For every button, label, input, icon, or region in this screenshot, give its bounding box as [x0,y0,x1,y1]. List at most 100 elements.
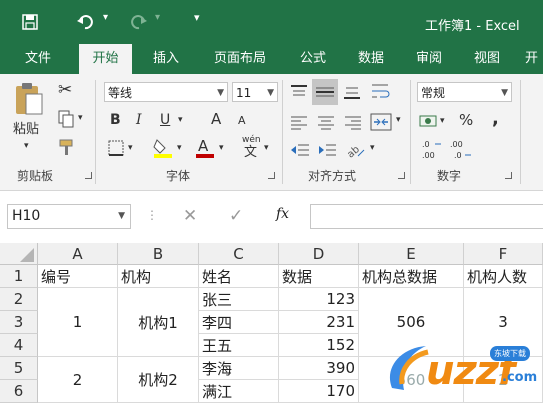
cell-a5-a6-merged[interactable]: 2 [38,357,118,403]
cell-c5[interactable]: 李海 [199,357,279,380]
tab-page-layout[interactable]: 页面布局 [200,44,280,74]
copy-dropdown-icon[interactable]: ▾ [78,114,83,123]
cell-b2-b4-merged[interactable]: 机构1 [118,288,199,357]
customize-quick-access-icon[interactable]: ▾ [194,11,200,24]
cell-d3[interactable]: 231 [279,311,359,334]
paste-label[interactable]: 粘贴 [13,123,39,136]
redo-dropdown-icon[interactable]: ▾ [155,12,160,23]
cell-c1[interactable]: 姓名 [199,265,279,288]
paste-icon[interactable] [12,82,44,116]
number-format-select[interactable]: 常规 ▼ [417,82,512,102]
redo-icon[interactable] [130,13,148,31]
font-size-select[interactable]: 11 ▼ [232,82,278,102]
font-name-select[interactable]: 等线 ▼ [104,82,228,102]
select-all-button[interactable] [0,243,38,265]
tab-view[interactable]: 视图 [462,44,512,74]
enter-icon[interactable]: ✓ [229,206,243,226]
cancel-icon[interactable]: ✕ [183,206,197,226]
decrease-decimal-icon[interactable]: .00 .0 [449,138,473,160]
cell-a1[interactable]: 编号 [38,265,118,288]
font-color-icon[interactable]: A [194,136,216,158]
cut-icon[interactable]: ✂ [58,82,72,99]
orientation-dropdown-icon[interactable]: ▾ [370,144,375,153]
cell-c3[interactable]: 李四 [199,311,279,334]
number-launcher-icon[interactable] [505,172,512,179]
save-icon[interactable] [22,14,38,30]
insert-function-icon[interactable]: fx [276,206,289,222]
alignment-launcher-icon[interactable] [398,172,405,179]
cell-d1[interactable]: 数据 [279,265,359,288]
row-header-4[interactable]: 4 [0,334,38,357]
decrease-indent-icon[interactable] [290,142,310,158]
format-painter-icon[interactable] [58,138,76,156]
cell-c6[interactable]: 满江 [199,380,279,403]
tab-insert[interactable]: 插入 [140,44,192,74]
grow-font-button[interactable]: A [211,112,221,127]
accounting-format-icon[interactable] [419,112,439,132]
cell-d5[interactable]: 390 [279,357,359,380]
cell-b5-b6-merged[interactable]: 机构2 [118,357,199,403]
column-header-e[interactable]: E [359,243,464,265]
fill-color-icon[interactable] [152,136,174,158]
underline-dropdown-icon[interactable]: ▾ [178,116,183,125]
phonetic-button[interactable]: wén [242,136,261,145]
tab-home[interactable]: 开始 [79,44,132,74]
align-left-icon[interactable] [290,114,308,130]
increase-indent-icon[interactable] [317,142,337,158]
cell-a2-a4-merged[interactable]: 1 [38,288,118,357]
copy-icon[interactable] [58,110,74,128]
comma-button[interactable]: , [492,110,499,128]
tab-review[interactable]: 审阅 [404,44,454,74]
column-header-c[interactable]: C [199,243,279,265]
row-header-3[interactable]: 3 [0,311,38,334]
row-header-5[interactable]: 5 [0,357,38,380]
cell-d4[interactable]: 152 [279,334,359,357]
merge-dropdown-icon[interactable]: ▾ [396,116,401,125]
align-bottom-icon[interactable] [343,84,361,100]
tab-developer[interactable]: 开 [520,44,543,74]
column-header-b[interactable]: B [118,243,199,265]
phonetic-dropdown-icon[interactable]: ▾ [264,144,269,153]
tab-data[interactable]: 数据 [346,44,396,74]
name-box[interactable]: H10 ▼ [7,204,131,229]
column-header-f[interactable]: F [464,243,543,265]
cell-f1[interactable]: 机构人数 [464,265,543,288]
drag-handle-icon[interactable]: ⋮ [146,208,158,222]
undo-icon[interactable] [76,13,94,31]
orientation-icon[interactable]: ab [344,138,366,160]
row-header-6[interactable]: 6 [0,380,38,403]
merge-center-icon[interactable] [370,113,392,131]
align-top-icon[interactable] [290,84,308,100]
tab-formulas[interactable]: 公式 [288,44,338,74]
undo-dropdown-icon[interactable]: ▾ [103,12,108,23]
font-color-dropdown-icon[interactable]: ▾ [219,144,224,153]
formula-input[interactable] [310,204,543,229]
percent-button[interactable]: % [459,113,473,128]
accounting-dropdown-icon[interactable]: ▾ [440,117,445,126]
wrap-text-icon[interactable] [370,82,392,102]
cell-c2[interactable]: 张三 [199,288,279,311]
column-header-a[interactable]: A [38,243,118,265]
cell-d2[interactable]: 123 [279,288,359,311]
font-launcher-icon[interactable] [268,172,275,179]
align-center-icon[interactable] [317,114,335,130]
cell-b1[interactable]: 机构 [118,265,199,288]
tab-file[interactable]: 文件 [12,44,64,74]
italic-button[interactable]: I [136,113,142,127]
increase-decimal-icon[interactable]: .0 .00 [421,138,445,160]
underline-button[interactable]: U [160,113,170,127]
align-middle-button[interactable] [312,79,338,105]
cell-d6[interactable]: 170 [279,380,359,403]
bold-button[interactable]: B [110,113,121,127]
borders-icon[interactable] [108,140,124,156]
row-header-1[interactable]: 1 [0,265,38,288]
align-right-icon[interactable] [344,114,362,130]
row-header-2[interactable]: 2 [0,288,38,311]
clipboard-launcher-icon[interactable] [85,172,92,179]
paste-dropdown-icon[interactable]: ▾ [24,142,29,151]
cell-c4[interactable]: 王五 [199,334,279,357]
cell-e1[interactable]: 机构总数据 [359,265,464,288]
borders-dropdown-icon[interactable]: ▾ [128,144,133,153]
fill-color-dropdown-icon[interactable]: ▾ [177,144,182,153]
column-header-d[interactable]: D [279,243,359,265]
